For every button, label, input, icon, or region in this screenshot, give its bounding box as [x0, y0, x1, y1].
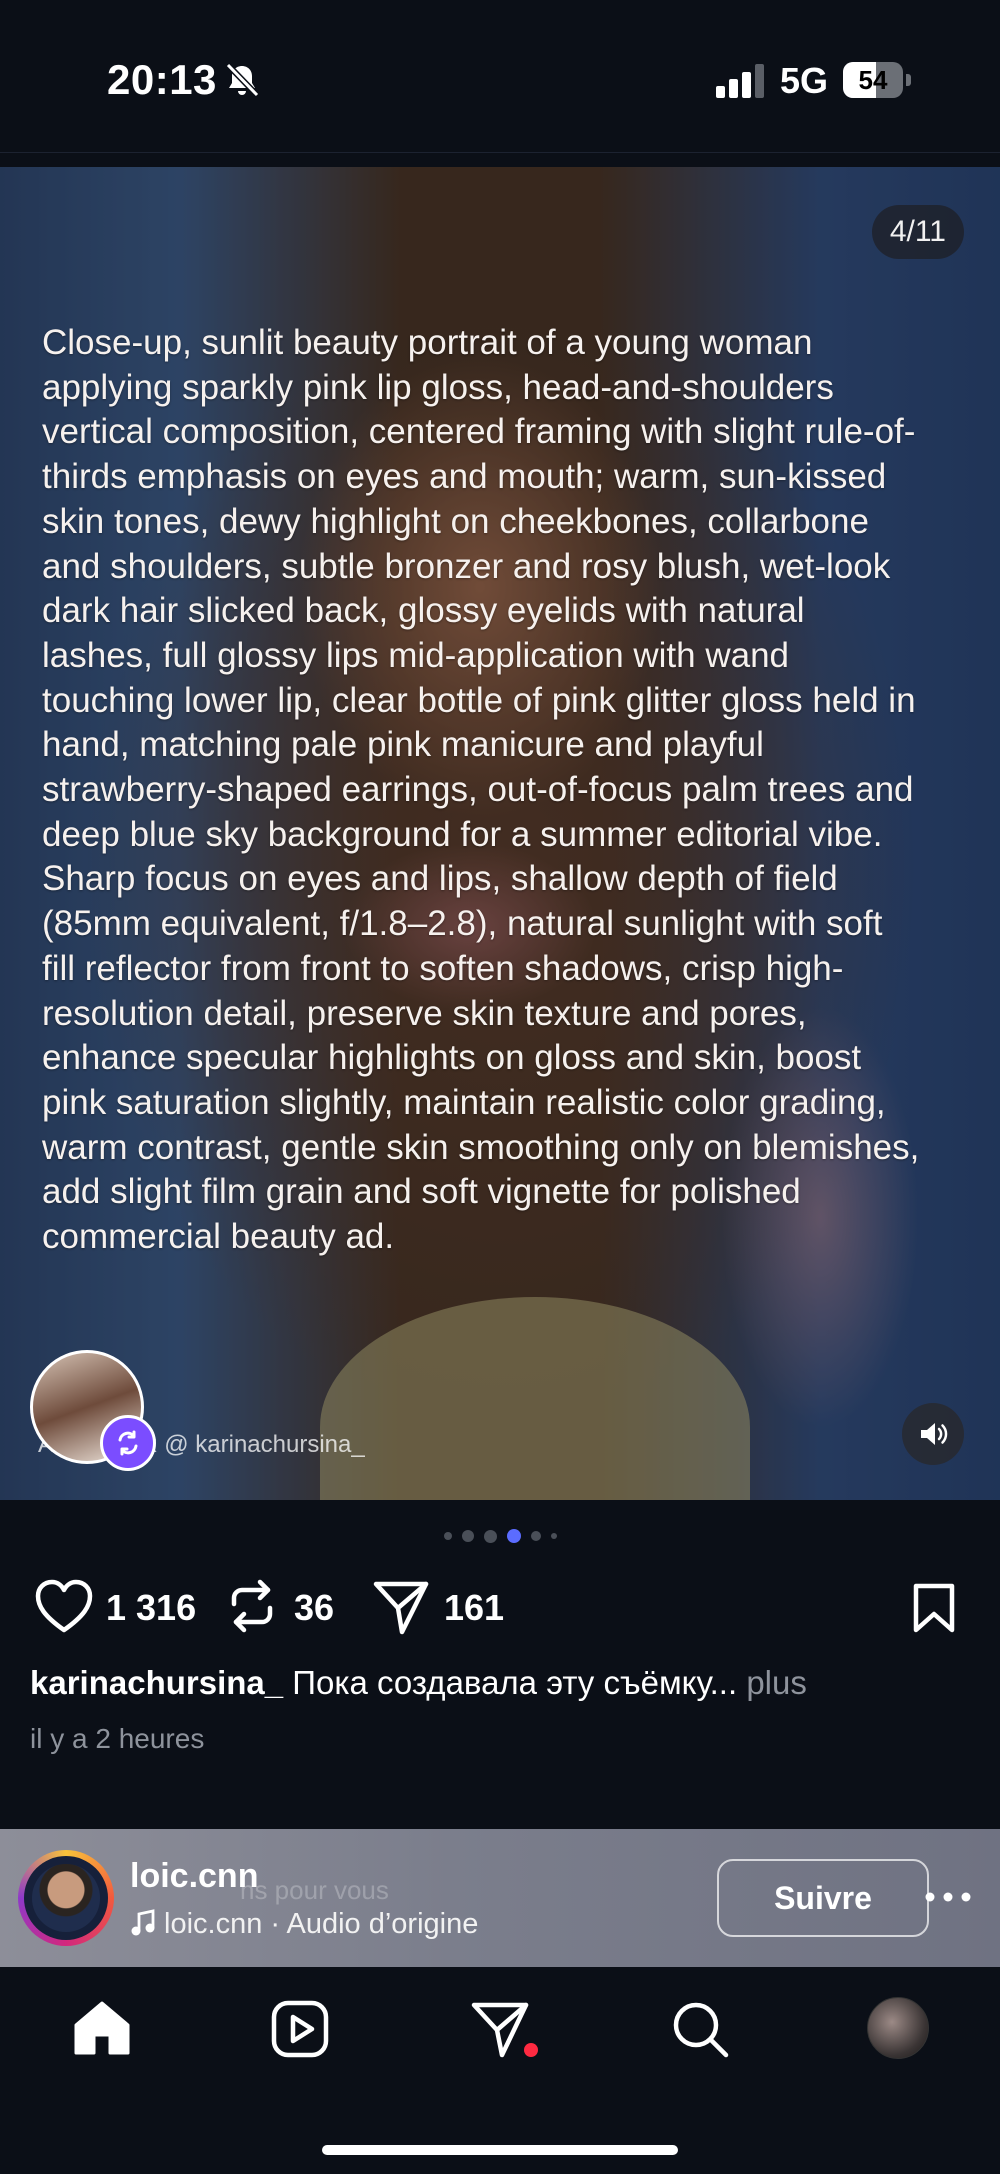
carousel-dot — [530, 1531, 541, 1541]
repost-count: 36 — [294, 1587, 335, 1628]
prompt-text: Close-up, sunlit beauty portrait of a yo… — [42, 323, 920, 1257]
post-media[interactable]: 4/11 Close-up, sunlit beauty portrait of… — [0, 167, 1000, 1500]
follow-button[interactable]: Suivre — [717, 1859, 929, 1937]
heart-icon — [35, 1579, 93, 1633]
audio-info[interactable]: loic.cnn · Audio d’origine — [130, 1908, 478, 1941]
send-icon — [373, 1581, 429, 1635]
suggestion-ghost-text: ns pour vous — [240, 1875, 389, 1905]
header-divider — [0, 152, 1000, 153]
carousel-counter: 4/11 — [871, 205, 964, 259]
status-bar: 20:13 5G 54 — [0, 0, 1000, 150]
search-icon[interactable] — [668, 1997, 732, 2061]
carousel-dot-active — [506, 1529, 521, 1543]
battery-level: 54 — [858, 65, 888, 95]
battery-icon: 54 — [843, 62, 913, 98]
bell-slash-icon — [225, 62, 260, 98]
story-ring[interactable] — [18, 1850, 114, 1946]
audio-label: loic.cnn · Audio d’origine — [164, 1908, 479, 1940]
post-caption[interactable]: karinachursina_ Пока создавала эту съёмк… — [30, 1664, 807, 1702]
reels-icon[interactable] — [268, 1997, 332, 2061]
home-icon[interactable] — [70, 1997, 134, 2061]
post-timestamp: il y a 2 heures — [30, 1723, 205, 1754]
post-actions: 1 316 36 161 — [0, 1575, 1000, 1635]
carousel-dot — [443, 1532, 452, 1540]
caption-more-link[interactable]: plus — [737, 1664, 807, 1701]
status-time: 20:13 — [107, 56, 217, 103]
suggested-user-avatar — [32, 1864, 100, 1932]
suggested-username[interactable]: loic.cnn — [130, 1857, 258, 1896]
more-options-icon[interactable] — [920, 1869, 976, 1925]
caption-text: Пока создавала эту съёмку... — [283, 1664, 738, 1701]
direct-tab[interactable] — [468, 1997, 538, 2061]
notification-dot — [524, 2043, 538, 2057]
share-button[interactable]: 161 — [372, 1575, 512, 1635]
caption-username[interactable]: karinachursina_ — [30, 1664, 283, 1701]
signal-icon — [716, 64, 764, 98]
carousel-dot — [461, 1530, 474, 1542]
bottom-tab-bar — [0, 1967, 1000, 2174]
repost-button[interactable]: 36 — [224, 1575, 344, 1635]
network-type: 5G — [780, 60, 829, 101]
carousel-indicator — [0, 1529, 1000, 1549]
home-indicator[interactable] — [322, 2145, 678, 2155]
speaker-icon — [921, 1423, 948, 1445]
carousel-dot — [550, 1533, 557, 1539]
music-note-icon — [131, 1909, 155, 1936]
like-button[interactable]: 1 316 — [34, 1575, 204, 1635]
repost-icon — [231, 1579, 273, 1633]
carousel-dot — [483, 1529, 497, 1543]
profile-avatar[interactable] — [867, 1997, 929, 2059]
bookmark-icon[interactable] — [910, 1582, 958, 1634]
reel-suggestion-bar[interactable]: ns pour vous loic.cnn loic.cnn · Audio d… — [0, 1829, 1000, 1967]
direct-icon — [471, 2002, 529, 2058]
like-count: 1 316 — [106, 1587, 197, 1628]
share-count: 161 — [444, 1587, 505, 1628]
remix-icon[interactable] — [100, 1415, 156, 1471]
sound-toggle-button[interactable] — [902, 1403, 964, 1465]
